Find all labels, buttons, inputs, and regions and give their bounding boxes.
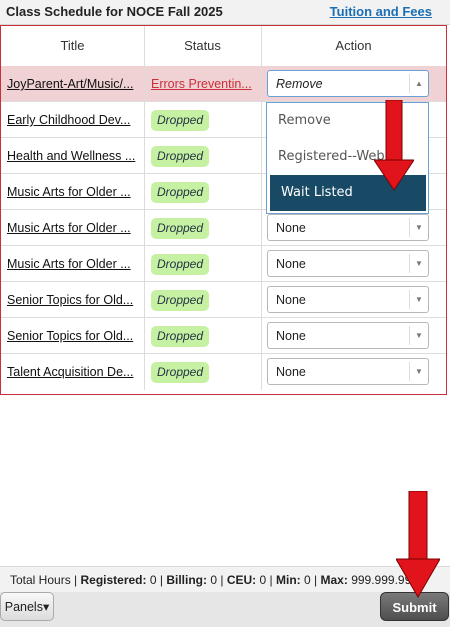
course-title-link[interactable]: Talent Acquisition De...: [7, 354, 141, 390]
status-badge: Dropped: [151, 254, 210, 275]
action-select-value: None: [276, 329, 306, 343]
red-arrow-annotation-icon: [374, 100, 414, 191]
course-title-link[interactable]: Senior Topics for Old...: [7, 282, 141, 318]
action-select[interactable]: None ▼: [267, 214, 429, 241]
caret-down-icon: ▾: [42, 600, 50, 614]
table-row: Talent Acquisition De... Dropped None ▼: [1, 354, 446, 390]
column-header-action[interactable]: Action: [261, 26, 446, 66]
table-row: Music Arts for Older ... Dropped None ▼: [1, 246, 446, 282]
action-select-value: None: [276, 365, 306, 379]
table-row: Senior Topics for Old... Dropped None ▼: [1, 318, 446, 354]
action-select-value: None: [276, 293, 306, 307]
column-header-title[interactable]: Title: [1, 26, 145, 66]
chevron-down-icon: ▼: [409, 362, 428, 381]
totals-bar: Total Hours | Registered: 0 | Billing: 0…: [0, 566, 450, 593]
action-select[interactable]: None ▼: [267, 286, 429, 313]
status-badge: Dropped: [151, 362, 210, 383]
action-select[interactable]: Remove ▲: [267, 70, 429, 97]
table-row: Senior Topics for Old... Dropped None ▼: [1, 282, 446, 318]
course-title-link[interactable]: Health and Wellness ...: [7, 138, 141, 174]
totals-text: Total Hours | Registered: 0 | Billing: 0…: [10, 573, 418, 587]
chevron-up-icon: ▲: [409, 74, 428, 93]
course-title-link[interactable]: Senior Topics for Old...: [7, 318, 141, 354]
chevron-down-icon: ▼: [409, 254, 428, 273]
column-header-status[interactable]: Status: [144, 26, 262, 66]
course-title-link[interactable]: Music Arts for Older ...: [7, 174, 141, 210]
course-title-link[interactable]: Music Arts for Older ...: [7, 246, 141, 282]
action-select[interactable]: None ▼: [267, 322, 429, 349]
course-title-link[interactable]: JoyParent-Art/Music/...: [7, 66, 141, 102]
footer-bar: Panels▾ Submit: [0, 592, 450, 627]
status-badge: Dropped: [151, 110, 210, 131]
chevron-down-icon: ▼: [409, 218, 428, 237]
tuition-fees-link[interactable]: Tuition and Fees: [330, 4, 432, 19]
course-title-link[interactable]: Early Childhood Dev...: [7, 102, 141, 138]
action-select-value: None: [276, 221, 306, 235]
error-status-link[interactable]: Errors Preventin...: [151, 66, 255, 102]
action-select[interactable]: None ▼: [267, 358, 429, 385]
status-badge: Dropped: [151, 146, 210, 167]
panels-label: Panels: [4, 600, 43, 614]
chevron-down-icon: ▼: [409, 290, 428, 309]
red-arrow-annotation-icon: [396, 491, 440, 598]
table-header: Title Status Action: [1, 26, 446, 67]
table-row: Music Arts for Older ... Dropped None ▼: [1, 210, 446, 246]
course-title-link[interactable]: Music Arts for Older ...: [7, 210, 141, 246]
status-badge: Dropped: [151, 290, 210, 311]
action-select-value: None: [276, 257, 306, 271]
action-select-value: Remove: [276, 77, 323, 91]
chevron-down-icon: ▼: [409, 326, 428, 345]
status-badge: Dropped: [151, 218, 210, 239]
page-title: Class Schedule for NOCE Fall 2025: [6, 4, 223, 19]
table-row: JoyParent-Art/Music/... Errors Preventin…: [1, 66, 446, 102]
panels-button[interactable]: Panels▾: [0, 592, 54, 621]
status-badge: Dropped: [151, 182, 210, 203]
top-bar: Class Schedule for NOCE Fall 2025 Tuitio…: [0, 0, 450, 25]
status-badge: Dropped: [151, 326, 210, 347]
action-select[interactable]: None ▼: [267, 250, 429, 277]
